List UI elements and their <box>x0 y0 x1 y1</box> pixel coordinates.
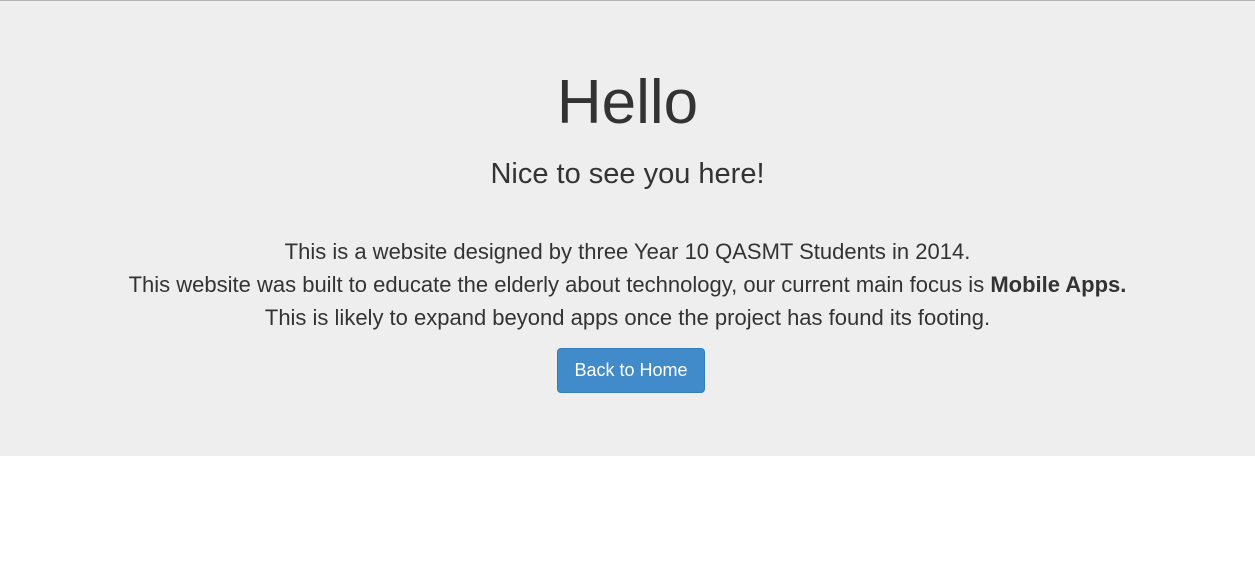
page-subtitle: Nice to see you here! <box>490 158 765 190</box>
description-line-1: This is a website designed by three Year… <box>284 239 971 264</box>
page-title: Hello <box>556 68 699 137</box>
focus-highlight: Mobile Apps. <box>990 272 1127 297</box>
intro-description: This is a website designed by three Year… <box>0 235 1255 334</box>
description-line-3: This is likely to expand beyond apps onc… <box>264 305 991 330</box>
back-to-home-button[interactable]: Back to Home <box>557 348 705 393</box>
jumbotron: Hello Nice to see you here! This is a we… <box>0 1 1255 456</box>
description-line-2: This website was built to educate the el… <box>0 268 1255 301</box>
description-line-2-text: This website was built to educate the el… <box>128 272 991 297</box>
